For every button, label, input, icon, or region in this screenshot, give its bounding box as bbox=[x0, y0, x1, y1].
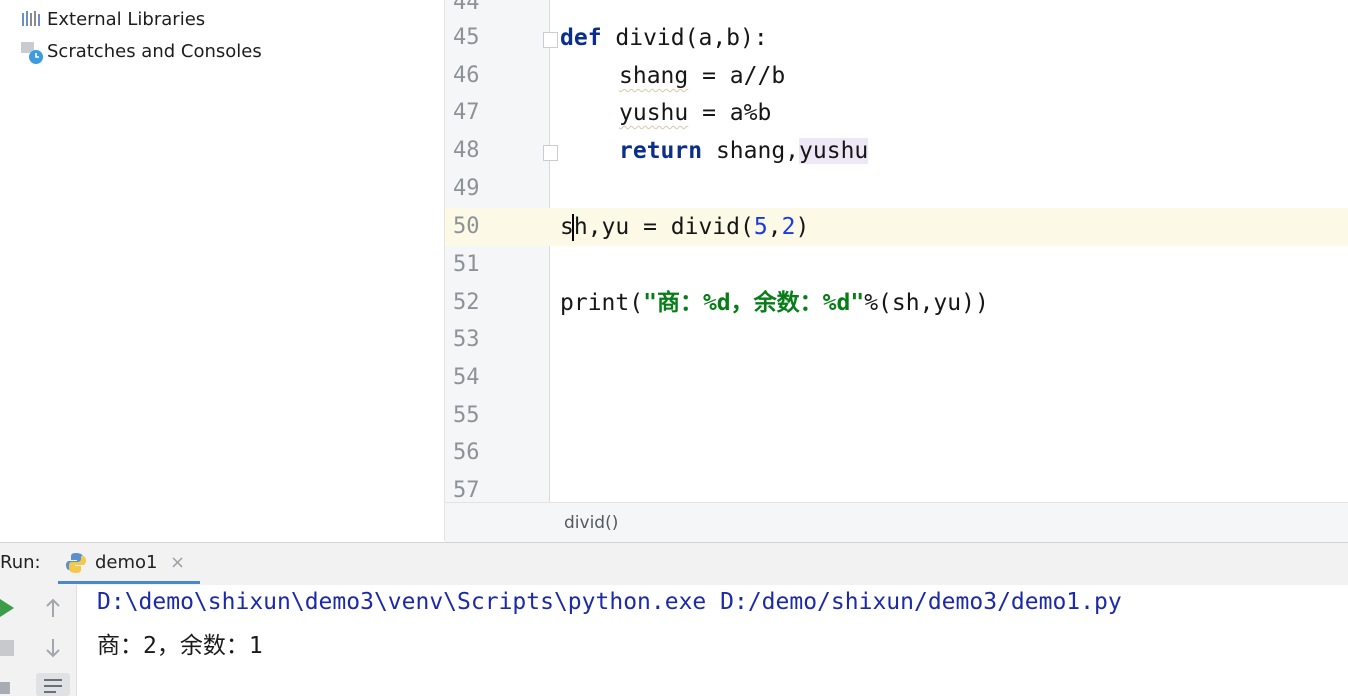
tree-item-scratches[interactable]: Scratches and Consoles bbox=[20, 35, 262, 67]
line-number: 54 bbox=[453, 365, 480, 390]
breadcrumb-item[interactable]: divid() bbox=[564, 513, 618, 533]
run-tab-label: demo1 bbox=[95, 552, 158, 573]
line-number: 51 bbox=[453, 252, 480, 277]
python-icon bbox=[64, 551, 88, 579]
soft-wrap-icon bbox=[44, 679, 62, 693]
line-number: 49 bbox=[453, 176, 480, 201]
line-number: 53 bbox=[453, 327, 480, 352]
console-command-line: D:\demo\shixun\demo3\venv\Scripts\python… bbox=[97, 589, 1122, 615]
fold-marker-icon[interactable] bbox=[543, 32, 558, 48]
project-panel: External Libraries Scratches and Console… bbox=[0, 0, 445, 541]
scratches-icon bbox=[20, 40, 44, 64]
code-line-47: yushu = a%b bbox=[619, 100, 772, 126]
arrow-down-icon[interactable] bbox=[44, 638, 62, 658]
run-toolbar bbox=[0, 585, 77, 696]
rerun-icon[interactable] bbox=[0, 599, 16, 617]
tree-item-label: External Libraries bbox=[47, 8, 206, 30]
stop-icon[interactable] bbox=[0, 640, 14, 656]
line-number: 52 bbox=[453, 290, 480, 315]
close-icon[interactable]: × bbox=[170, 552, 185, 573]
run-tab-demo1[interactable]: demo1 × bbox=[58, 544, 200, 584]
fold-marker-icon[interactable] bbox=[543, 145, 558, 161]
line-number: 45 bbox=[453, 25, 480, 50]
line-number: 55 bbox=[453, 403, 480, 428]
code-line-45: def divid(a,b): bbox=[560, 25, 768, 51]
soft-wrap-toggle[interactable] bbox=[36, 673, 70, 696]
tree-item-label: Scratches and Consoles bbox=[47, 40, 262, 62]
tree-item-external-libraries[interactable]: External Libraries bbox=[20, 3, 205, 35]
editor-breadcrumb: divid() bbox=[445, 502, 1348, 542]
code-line-50: sh,yu = divid(5,2) bbox=[560, 214, 810, 240]
layout-icon[interactable] bbox=[0, 680, 16, 696]
code-line-48: return shang,yushu bbox=[619, 138, 869, 164]
line-number-current: 50 bbox=[453, 214, 480, 239]
code-line-46: shang = a//b bbox=[619, 63, 786, 89]
line-number: 46 bbox=[453, 63, 480, 88]
arrow-up-icon[interactable] bbox=[44, 598, 62, 618]
text-caret bbox=[572, 214, 574, 241]
console-output-line: 商：2，余数：1 bbox=[97, 633, 263, 659]
run-label: Run: bbox=[0, 552, 41, 573]
line-number: 56 bbox=[453, 440, 480, 465]
library-icon bbox=[20, 8, 44, 30]
run-toolwindow-header bbox=[0, 542, 1348, 586]
code-line-52: print("商：%d，余数：%d"%(sh,yu)) bbox=[560, 290, 989, 316]
line-number: 47 bbox=[453, 100, 480, 125]
line-number: 48 bbox=[453, 138, 480, 163]
